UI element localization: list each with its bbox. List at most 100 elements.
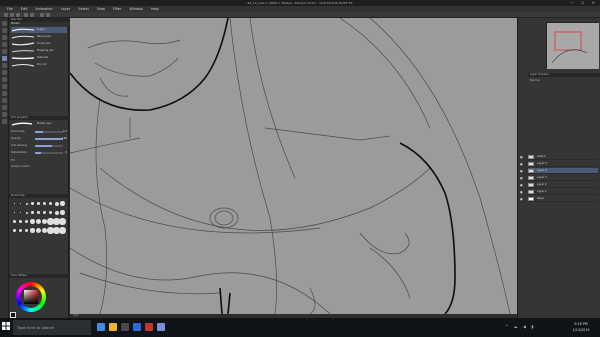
layer-row[interactable]: ● Layer 3 [520, 175, 598, 181]
brush-size-preset[interactable] [13, 220, 16, 223]
brush-size-preset[interactable] [60, 210, 65, 215]
brush-size-preset[interactable] [31, 211, 34, 214]
brush-size-preset[interactable] [24, 219, 29, 224]
brush-size-preset[interactable] [59, 218, 66, 225]
brush-size-preset[interactable] [31, 202, 34, 205]
property-slider[interactable] [35, 138, 63, 140]
layer-row[interactable]: ● Layer 1 [520, 189, 598, 195]
brush-size-preset[interactable] [35, 227, 41, 233]
gradient-tool-icon[interactable] [2, 105, 7, 110]
lasso-tool-icon[interactable] [2, 42, 7, 47]
brush-size-preset[interactable] [48, 210, 53, 215]
color-wheel[interactable] [16, 282, 46, 312]
brush-size-preset[interactable] [48, 201, 53, 206]
store-icon[interactable] [133, 323, 141, 331]
layer-row[interactable]: ● Layer 4 [520, 168, 598, 174]
select-tool-icon[interactable] [2, 35, 7, 40]
move-tool-icon[interactable] [2, 28, 7, 33]
brush-item[interactable]: Textured [11, 55, 67, 61]
eye-icon[interactable]: ● [520, 162, 524, 166]
brush-item[interactable]: G-pen [11, 27, 67, 33]
clip-studio-icon[interactable] [157, 323, 165, 331]
eye-icon[interactable]: ● [520, 190, 524, 194]
brush-size-preset[interactable] [60, 201, 65, 206]
eye-icon[interactable]: ● [520, 197, 524, 201]
subtool-tab-marker[interactable]: Marker [9, 22, 69, 26]
fill-tool-icon[interactable] [2, 98, 7, 103]
open-icon[interactable] [10, 13, 14, 17]
system-tray[interactable]: ^ ☁ ◀ ▮ [505, 324, 535, 329]
brush-tool-icon[interactable] [2, 70, 7, 75]
text-tool-icon[interactable] [2, 119, 7, 124]
property-row[interactable]: Stabilization 6 [11, 150, 67, 156]
brush-item[interactable]: Dry ink [11, 62, 67, 68]
brush-size-preset[interactable] [24, 228, 29, 233]
brush-size-preset[interactable] [30, 228, 35, 233]
layer-row[interactable]: ● Paper [520, 196, 598, 202]
zoom-tool-icon[interactable] [2, 21, 7, 26]
brush-size-preset[interactable] [54, 201, 59, 206]
zoom-readout[interactable]: 39.6 [73, 314, 78, 317]
windows-start-icon[interactable] [2, 322, 10, 330]
save-icon[interactable] [16, 13, 20, 17]
redo-icon[interactable] [30, 13, 34, 17]
layer-row[interactable]: ● sketch [520, 154, 598, 160]
brush-size-preset[interactable] [59, 227, 66, 234]
property-row[interactable]: Brush Size 4.5 [11, 129, 67, 135]
new-file-icon[interactable] [4, 13, 8, 17]
property-check[interactable]: Snap to vector [11, 164, 67, 170]
brush-size-preset[interactable] [37, 211, 40, 214]
brush-size-preset[interactable] [25, 211, 28, 214]
brush-size-preset[interactable] [19, 211, 22, 214]
brush-item-label: Dry ink [37, 63, 47, 66]
property-slider[interactable] [35, 131, 63, 133]
taskbar-search-input[interactable]: Type here to search [13, 320, 91, 335]
task-view-icon[interactable] [97, 323, 105, 331]
brush-size-preset[interactable] [13, 211, 16, 214]
saturation-square[interactable] [24, 290, 38, 304]
brush-size-preset[interactable] [30, 219, 35, 224]
eyedropper-tool-icon[interactable] [2, 49, 7, 54]
drawing-canvas[interactable] [70, 18, 517, 314]
blend-tool-icon[interactable] [2, 91, 7, 96]
eye-icon[interactable]: ● [520, 155, 524, 159]
brush-size-preset[interactable] [13, 229, 16, 232]
brush-item[interactable]: Mapping pen [11, 48, 67, 54]
brush-item[interactable]: Real G-pen [11, 34, 67, 40]
folder-icon[interactable] [121, 323, 129, 331]
property-slider[interactable] [35, 152, 63, 154]
layer-row[interactable]: ● Layer 5 [520, 161, 598, 167]
brush-size-preset[interactable] [13, 202, 16, 205]
mail-icon[interactable] [145, 323, 153, 331]
brush-size-preset[interactable] [19, 202, 22, 205]
eye-icon[interactable]: ● [520, 169, 524, 173]
navigator-preview[interactable] [546, 22, 599, 69]
property-slider[interactable] [35, 145, 63, 147]
transform-icon[interactable] [46, 13, 50, 17]
pen-tool-icon[interactable] [2, 56, 7, 61]
taskbar-clock[interactable]: 9:18 PM 1/15/2019 [570, 320, 592, 334]
eye-icon[interactable]: ● [520, 176, 524, 180]
layer-thumbnail [528, 197, 534, 201]
browser-icon[interactable] [109, 323, 117, 331]
brush-size-preset[interactable] [37, 202, 40, 205]
brush-size-preset[interactable] [25, 202, 28, 205]
eraser-tool-icon[interactable] [2, 84, 7, 89]
undo-icon[interactable] [24, 13, 28, 17]
figure-tool-icon[interactable] [2, 112, 7, 117]
layer-row[interactable]: ● Layer 2 [520, 182, 598, 188]
brush-size-preset[interactable] [35, 218, 41, 224]
brush-size-preset[interactable] [54, 210, 59, 215]
airbrush-tool-icon[interactable] [2, 77, 7, 82]
eye-icon[interactable]: ● [520, 183, 524, 187]
property-row[interactable]: Opacity 100 [11, 136, 67, 142]
brush-size-preset[interactable] [18, 228, 23, 233]
brush-size-preset[interactable] [42, 210, 47, 215]
pencil-tool-icon[interactable] [2, 63, 7, 68]
brush-size-preset[interactable] [42, 201, 47, 206]
property-row[interactable]: Anti-aliasing [11, 143, 67, 149]
blend-mode-row[interactable]: Normal 100 [530, 78, 586, 84]
clear-icon[interactable] [40, 13, 44, 17]
brush-size-preset[interactable] [18, 219, 23, 224]
brush-item[interactable]: Turnip pen [11, 41, 67, 47]
